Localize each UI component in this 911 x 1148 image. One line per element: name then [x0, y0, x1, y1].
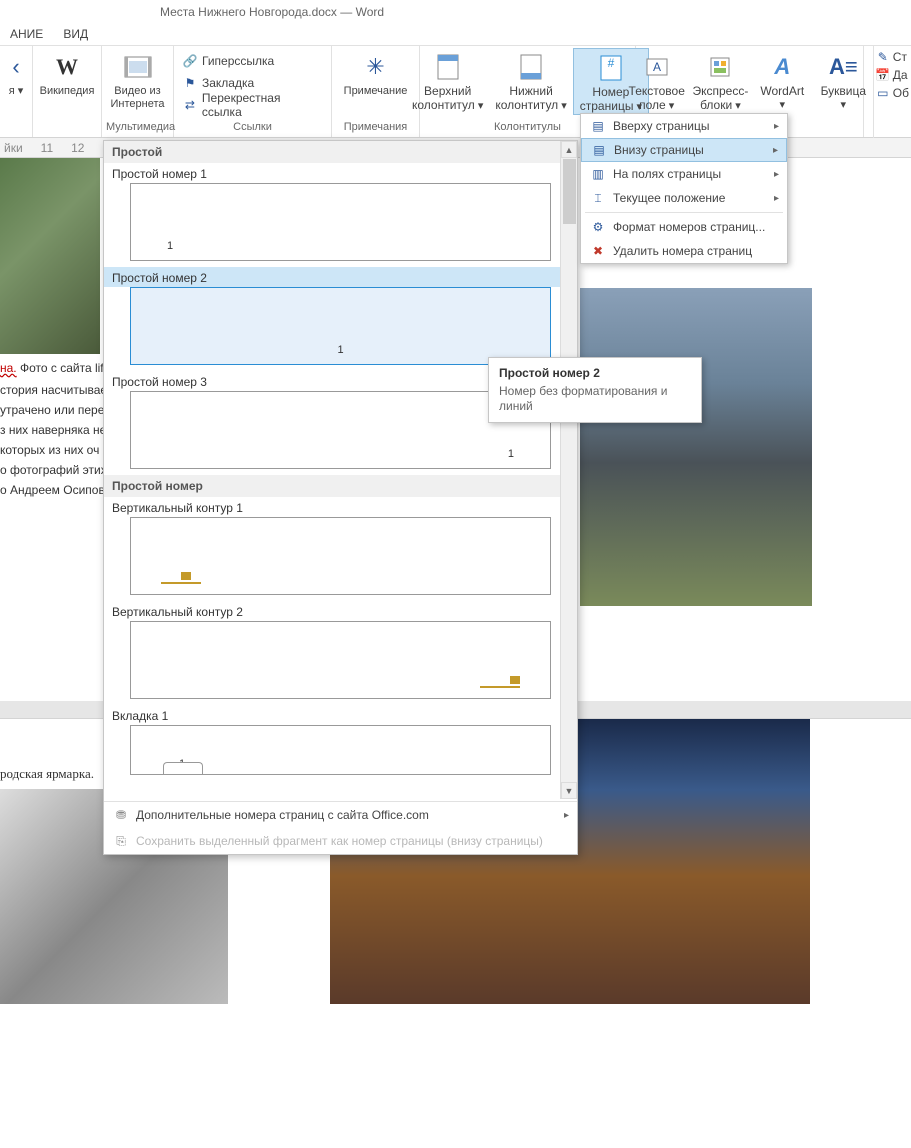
group-label: Ссылки: [178, 121, 327, 135]
quick-parts-button[interactable]: Экспресс- блоки ▾: [689, 48, 752, 113]
gallery-item-label: Вертикальный контур 1: [104, 497, 577, 517]
dropcap-icon: A≡: [827, 51, 859, 83]
ribbon-edge: ✎Ст 📅Да ▭Об: [873, 46, 911, 138]
office-icon: ⛃: [112, 808, 130, 822]
hyperlink-button[interactable]: 🔗 Гиперссылка: [182, 50, 323, 72]
crossref-icon: ⇄: [182, 97, 198, 113]
flag-icon: ⚑: [182, 75, 198, 91]
submenu-arrow-icon: ▸: [564, 810, 569, 821]
page-number-menu: ▤ Вверху страницы ▸ ▤ Внизу страницы ▸ ▥…: [580, 113, 788, 264]
gallery-item-label: Простой номер 1: [104, 163, 577, 183]
header-button[interactable]: Верхний колонтитул ▾: [406, 48, 489, 113]
menu-bar: АНИЕ ВИД: [0, 24, 911, 46]
menu-item-format-page-numbers[interactable]: ⚙ Формат номеров страниц...: [581, 215, 787, 239]
gallery-item-plain-1[interactable]: 1: [130, 183, 551, 261]
menu-item-top-of-page[interactable]: ▤ Вверху страницы ▸: [581, 114, 787, 138]
submenu-arrow-icon: ▸: [774, 169, 779, 180]
page-margins-icon: ▥: [589, 166, 607, 182]
gallery-item-label: Вкладка 1: [104, 705, 577, 725]
save-selection-icon: ⎘: [112, 834, 130, 849]
textbox-button[interactable]: A Текстовое поле ▾: [625, 48, 689, 113]
scroll-down-button[interactable]: ▼: [561, 782, 577, 799]
gallery-section-header: Простой: [104, 141, 577, 163]
gallery-item-label: Простой номер 2: [104, 267, 577, 287]
crossref-button[interactable]: ⇄ Перекрестная ссылка: [182, 94, 323, 116]
tooltip-title: Простой номер 2: [499, 366, 691, 380]
signature-icon: ✎: [876, 50, 890, 64]
cursor-position-icon: ⌶: [589, 190, 607, 206]
sparkle-comment-icon: ✳: [359, 51, 391, 83]
online-video-button[interactable]: Видео из Интернета: [105, 48, 171, 111]
wikipedia-button[interactable]: W Википедия: [34, 48, 101, 98]
tooltip-body: Номер без форматирования и линий: [499, 384, 691, 414]
submenu-arrow-icon: ▸: [774, 193, 779, 204]
gallery-section-header: Простой номер: [104, 475, 577, 497]
wikipedia-icon: W: [51, 51, 83, 83]
gallery-item-label: Вертикальный контур 2: [104, 601, 577, 621]
wordart-button[interactable]: A WordArt ▾: [752, 48, 812, 112]
menu-item-current-position[interactable]: ⌶ Текущее положение ▸: [581, 186, 787, 210]
menu-item-page-margins[interactable]: ▥ На полях страницы ▸: [581, 162, 787, 186]
wordart-icon: A: [766, 51, 798, 83]
save-selection-button: ⎘ Сохранить выделенный фрагмент как номе…: [104, 828, 577, 854]
comment-button[interactable]: ✳ Примечание: [338, 48, 414, 98]
tooltip: Простой номер 2 Номер без форматирования…: [488, 357, 702, 423]
menu-tab[interactable]: ВИД: [53, 24, 98, 45]
globe-link-icon: 🔗: [182, 53, 198, 69]
scroll-up-button[interactable]: ▲: [561, 141, 577, 158]
gallery-item-vert-accent-2[interactable]: [130, 621, 551, 699]
menu-item-bottom-of-page[interactable]: ▤ Внизу страницы ▸: [581, 138, 787, 162]
page-top-icon: ▤: [589, 118, 607, 134]
page-bottom-icon: ▤: [590, 142, 608, 158]
menu-item-remove-page-numbers[interactable]: ✖ Удалить номера страниц: [581, 239, 787, 263]
object-button[interactable]: ▭Об: [876, 86, 909, 100]
gallery-item-vert-accent-1[interactable]: [130, 517, 551, 595]
document-image: [580, 288, 812, 606]
remove-icon: ✖: [589, 243, 607, 259]
dropcap-button[interactable]: A≡ Буквица ▾: [812, 48, 874, 112]
quick-parts-icon: [704, 51, 736, 83]
body-text: стория насчитываe утрачено или перес з н…: [0, 380, 110, 500]
object-icon: ▭: [876, 86, 890, 100]
gallery-scrollbar[interactable]: ▲ ▼: [560, 141, 577, 799]
page-number-icon: #: [595, 52, 627, 84]
image-caption: родская ярмарка.: [0, 764, 94, 784]
submenu-arrow-icon: ▸: [774, 121, 779, 132]
date-time-button[interactable]: 📅Да: [876, 68, 909, 82]
page-number-gallery: Простой Простой номер 1 1 Простой номер …: [103, 140, 578, 855]
calendar-icon: 📅: [876, 68, 890, 82]
format-icon: ⚙: [589, 219, 607, 235]
group-label: Мультимедиа: [106, 121, 169, 135]
textbox-icon: A: [641, 51, 673, 83]
signature-line-button[interactable]: ✎Ст: [876, 50, 909, 64]
page-header-icon: [432, 51, 464, 83]
document-image: [0, 158, 100, 354]
submenu-arrow-icon: ▸: [773, 145, 778, 156]
window-title: Места Нижнего Новгорода.docx — Word: [160, 5, 384, 19]
group-label: Примечания: [336, 121, 415, 135]
gallery-item-plain-2[interactable]: 1: [130, 287, 551, 365]
menu-tab[interactable]: АНИЕ: [0, 24, 53, 45]
film-icon: [122, 51, 154, 83]
more-from-office-button[interactable]: ⛃ Дополнительные номера страниц с сайта …: [104, 802, 577, 828]
svg-text:A: A: [653, 60, 661, 74]
footer-button[interactable]: Нижний колонтитул ▾: [489, 48, 572, 113]
gallery-item-tab-1[interactable]: 1: [130, 725, 551, 775]
gallery-footer: ⛃ Дополнительные номера страниц с сайта …: [104, 801, 577, 854]
scroll-thumb[interactable]: [563, 159, 576, 224]
page-footer-icon: [515, 51, 547, 83]
svg-text:#: #: [608, 56, 615, 70]
title-bar: Места Нижнего Новгорода.docx — Word: [0, 0, 911, 24]
chevron-left-icon: ‹: [0, 51, 32, 83]
